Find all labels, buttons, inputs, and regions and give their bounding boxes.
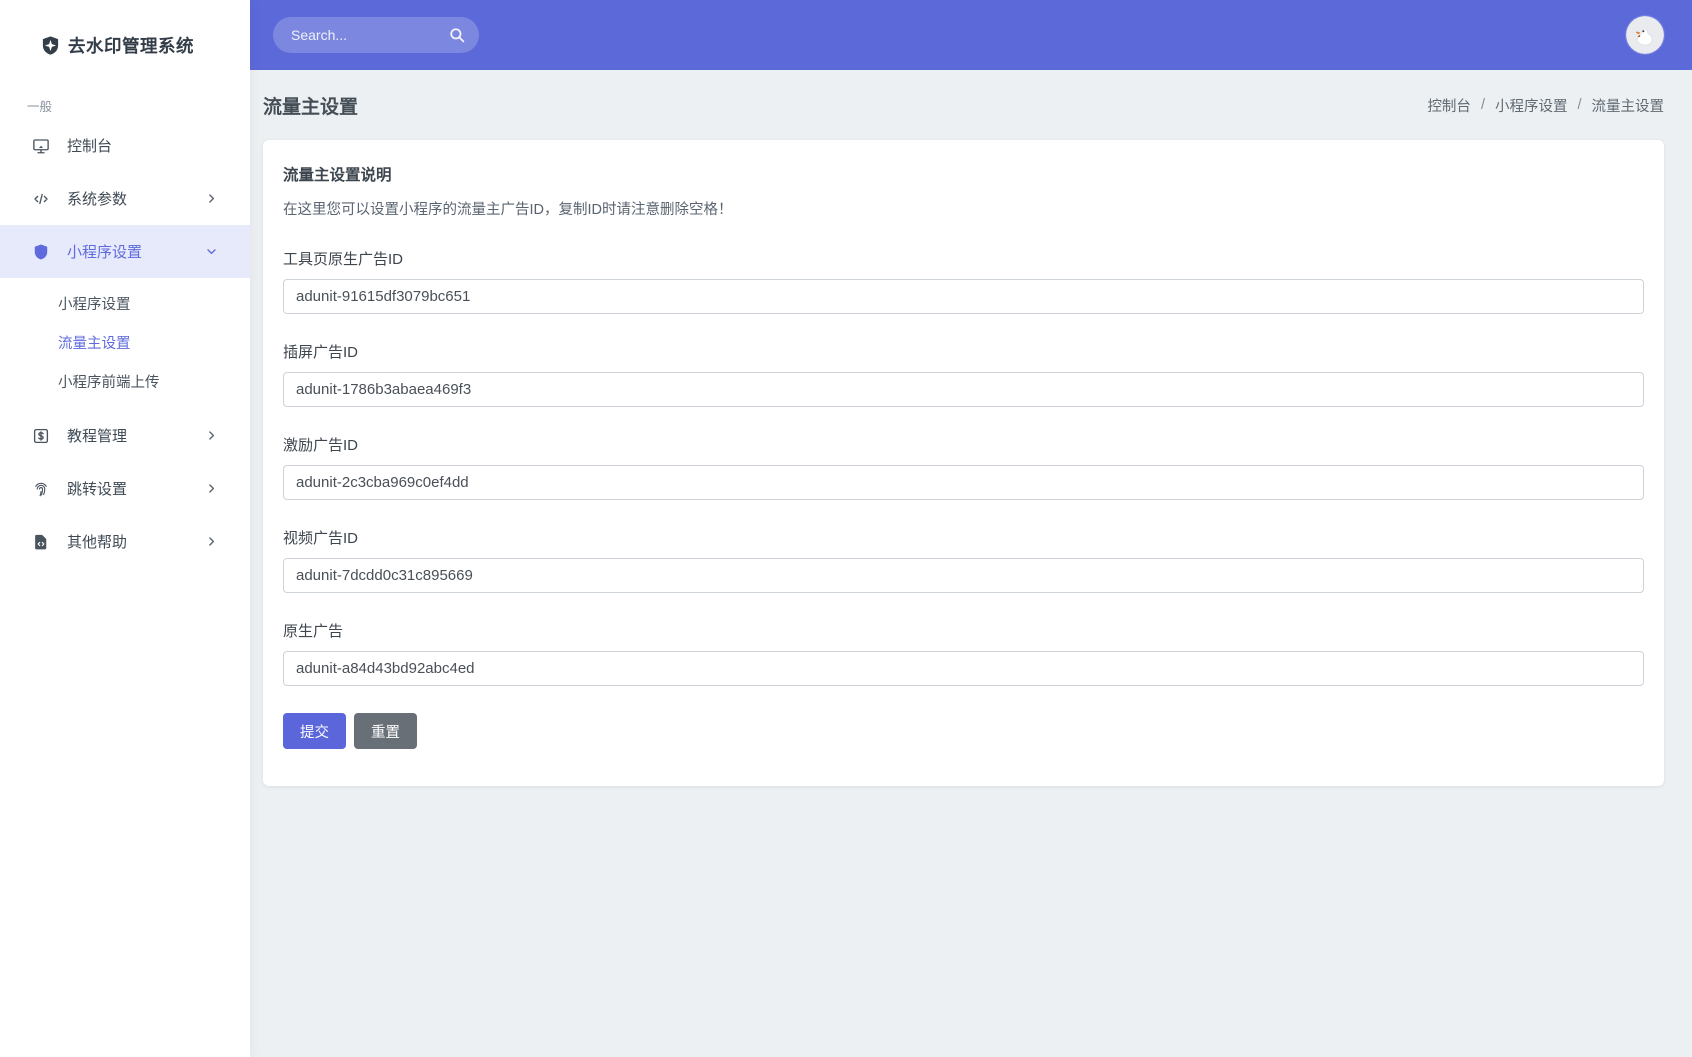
submenu-item-label: 流量主设置 — [58, 336, 131, 352]
submenu-item-label: 小程序前端上传 — [58, 375, 160, 391]
card-description: 在这里您可以设置小程序的流量主广告ID，复制ID时请注意删除空格！ — [283, 202, 733, 218]
card-heading: 流量主设置说明 — [283, 167, 392, 184]
sidebar-section-label: 一般 — [27, 100, 53, 114]
form-actions: 提交 重置 — [283, 713, 1644, 749]
field-label: 工具页原生广告ID — [283, 251, 404, 268]
search-box — [273, 17, 479, 53]
logo-shield-icon — [40, 35, 61, 56]
field-label: 激励广告ID — [283, 437, 359, 454]
app-title: 去水印管理系统 — [68, 36, 194, 56]
sidebar-item-label: 小程序设置 — [67, 244, 143, 261]
chevron-right-icon — [205, 535, 218, 548]
sidebar-item-label: 控制台 — [67, 138, 113, 155]
video-ad-input[interactable] — [283, 558, 1644, 593]
chevron-right-icon — [205, 429, 218, 442]
app-root: 去水印管理系统 一般 控制台 系统参数 小程序设置 小程序设置 流量主设置 小程… — [0, 0, 1692, 1057]
sidebar-submenu: 小程序设置 流量主设置 小程序前端上传 — [0, 278, 250, 409]
chevron-right-icon — [205, 482, 218, 495]
submenu-item-traffic-settings[interactable]: 流量主设置 — [0, 323, 250, 362]
field-video-ad: 视频广告ID — [283, 527, 1644, 593]
reset-button[interactable]: 重置 — [354, 713, 417, 749]
field-label: 原生广告 — [283, 623, 344, 640]
field-tool-page-native-ad: 工具页原生广告ID — [283, 248, 1644, 314]
search-icon[interactable] — [448, 26, 466, 44]
sidebar-item-other-help[interactable]: 其他帮助 — [0, 515, 250, 568]
submit-button[interactable]: 提交 — [283, 713, 346, 749]
breadcrumb-item-miniprogram-settings[interactable]: 小程序设置 — [1495, 95, 1568, 116]
chevron-down-icon — [205, 245, 218, 258]
breadcrumb-separator: / — [1577, 97, 1582, 113]
sidebar-nav: 控制台 系统参数 小程序设置 小程序设置 流量主设置 小程序前端上传 教程管理 … — [0, 119, 250, 568]
fingerprint-icon — [32, 480, 50, 498]
sidebar-item-jump-settings[interactable]: 跳转设置 — [0, 462, 250, 515]
field-label: 插屏广告ID — [283, 344, 359, 361]
sidebar-item-miniprogram-settings[interactable]: 小程序设置 — [0, 225, 250, 278]
tool-page-native-ad-input[interactable] — [283, 279, 1644, 314]
submenu-item-label: 小程序设置 — [58, 297, 131, 313]
code-icon — [32, 190, 50, 208]
breadcrumb: 控制台 / 小程序设置 / 流量主设置 — [1427, 95, 1664, 116]
breadcrumb-separator: / — [1480, 97, 1485, 113]
native-ad-input[interactable] — [283, 651, 1644, 686]
avatar[interactable] — [1626, 16, 1664, 54]
sidebar-item-system-params[interactable]: 系统参数 — [0, 172, 250, 225]
submenu-item-miniprogram-settings[interactable]: 小程序设置 — [0, 284, 250, 323]
sidebar: 去水印管理系统 一般 控制台 系统参数 小程序设置 小程序设置 流量主设置 小程… — [0, 0, 250, 1057]
chevron-right-icon — [205, 192, 218, 205]
sidebar-item-label: 其他帮助 — [67, 534, 128, 551]
sidebar-item-console[interactable]: 控制台 — [0, 119, 250, 172]
sidebar-item-label: 教程管理 — [67, 428, 128, 445]
breadcrumb-item-current: 流量主设置 — [1591, 98, 1665, 115]
sidebar-item-label: 系统参数 — [67, 191, 128, 208]
desktop-icon — [32, 137, 50, 155]
page-title: 流量主设置 — [263, 96, 359, 118]
reward-ad-input[interactable] — [283, 465, 1644, 500]
submenu-item-frontend-upload[interactable]: 小程序前端上传 — [0, 362, 250, 401]
traffic-settings-card: 流量主设置说明 在这里您可以设置小程序的流量主广告ID，复制ID时请注意删除空格… — [263, 140, 1664, 786]
shield-icon — [32, 243, 50, 261]
field-label: 视频广告ID — [283, 530, 359, 547]
main-area: 流量主设置 控制台 / 小程序设置 / 流量主设置 流量主设置说明 在这里您可以… — [250, 0, 1692, 1057]
sidebar-item-label: 跳转设置 — [67, 481, 128, 498]
sidebar-item-tutorial-management[interactable]: 教程管理 — [0, 409, 250, 462]
field-reward-ad: 激励广告ID — [283, 434, 1644, 500]
field-native-ad: 原生广告 — [283, 620, 1644, 686]
dollar-square-icon — [32, 427, 50, 445]
logo[interactable]: 去水印管理系统 — [0, 0, 250, 78]
topbar — [250, 0, 1692, 70]
breadcrumb-item-console[interactable]: 控制台 — [1427, 95, 1471, 116]
field-interstitial-ad: 插屏广告ID — [283, 341, 1644, 407]
interstitial-ad-input[interactable] — [283, 372, 1644, 407]
file-code-icon — [32, 533, 50, 551]
page-header: 流量主设置 控制台 / 小程序设置 / 流量主设置 — [250, 70, 1692, 140]
